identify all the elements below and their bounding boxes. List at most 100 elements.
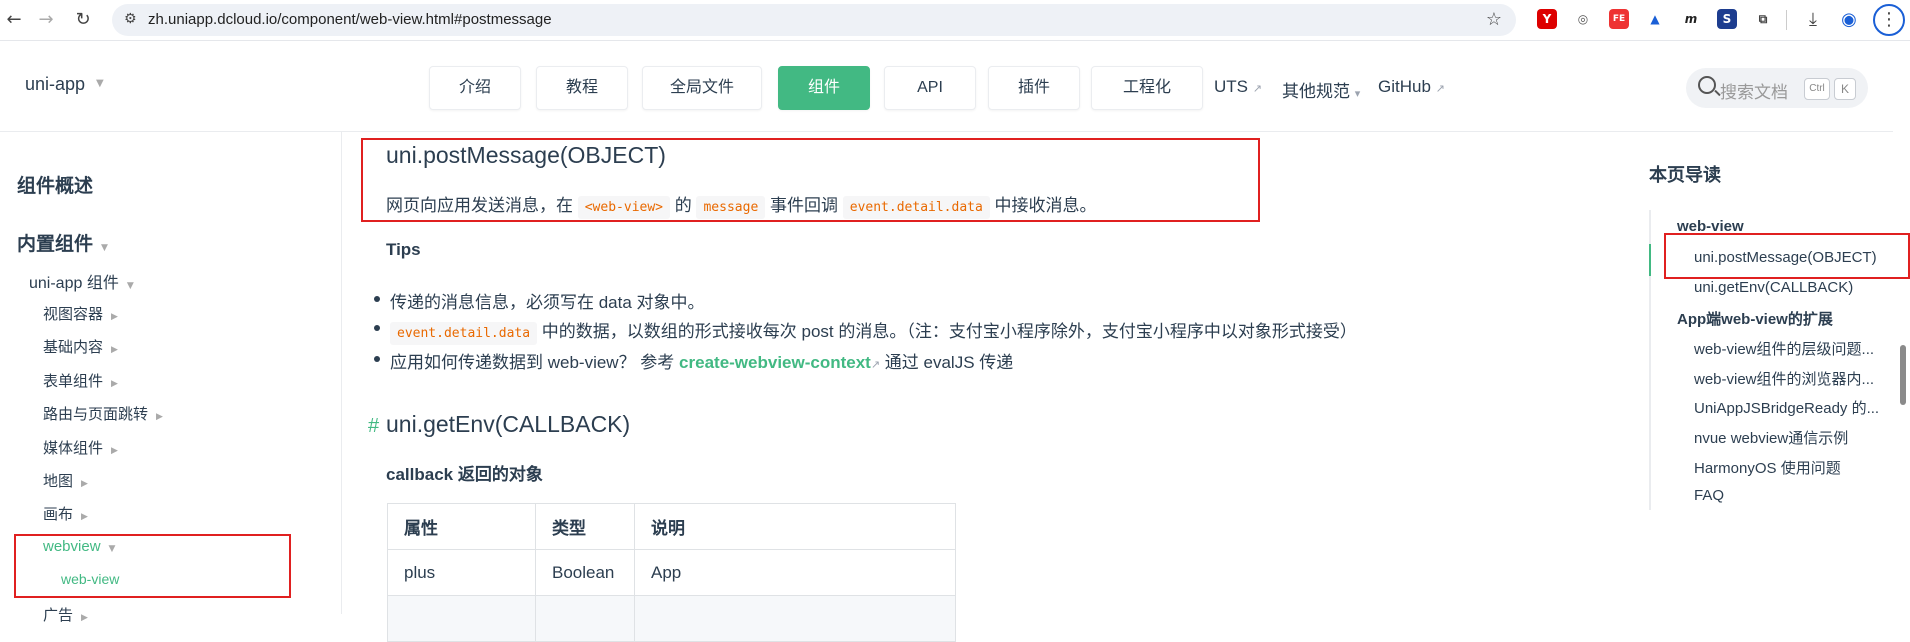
sidebar-item-media[interactable]: 媒体组件 ▶ [43, 437, 118, 458]
nav-tutorial[interactable]: 教程 [536, 66, 628, 110]
nav-uts[interactable]: UTS ↗ [1214, 77, 1262, 97]
chevron-right-icon: ▶ [111, 446, 118, 456]
search-box[interactable]: 搜索文档 Ctrl K [1686, 68, 1868, 108]
chevron-right-icon: ▶ [81, 613, 88, 623]
back-icon[interactable]: ← [2, 8, 26, 32]
tips-heading: Tips [386, 240, 421, 259]
sidebar-item-form[interactable]: 表单组件 ▶ [43, 370, 118, 391]
shortcut-ctrl-key: Ctrl [1804, 78, 1830, 100]
url-text: zh.uniapp.dcloud.io/component/web-view.h… [148, 11, 552, 28]
chevron-down-icon: ▼ [126, 281, 134, 291]
sidebar-item-ad[interactable]: 广告 ▶ [43, 604, 88, 625]
external-link-icon: ↗ [870, 358, 881, 371]
toc-item-browser[interactable]: web-view组件的浏览器内... [1694, 368, 1874, 389]
table-row [387, 595, 956, 642]
external-link-icon: ↗ [1435, 82, 1445, 95]
browser-toolbar: ← → ↻ ⚙ zh.uniapp.dcloud.io/component/we… [0, 0, 1910, 41]
site-info-icon[interactable]: ⚙ [124, 11, 137, 27]
chevron-right-icon: ▶ [111, 379, 118, 389]
chevron-right-icon: ▶ [111, 312, 118, 322]
sidebar-item-label: 表单组件 [43, 373, 104, 390]
annotation-box-postmessage [361, 138, 1260, 222]
chevron-down-icon: ▾ [1354, 87, 1361, 100]
toc-item-faq[interactable]: FAQ [1694, 487, 1724, 504]
sidebar-item-label: 广告 [43, 607, 74, 624]
toc-active-indicator [1649, 244, 1651, 276]
sidebar-item-view-container[interactable]: 视图容器 ▶ [43, 303, 118, 324]
sidebar-item-map[interactable]: 地图 ▶ [43, 470, 88, 491]
chevron-right-icon: ▶ [111, 345, 118, 355]
address-bar[interactable]: ⚙ zh.uniapp.dcloud.io/component/web-view… [112, 4, 1516, 36]
nav-engineering[interactable]: 工程化 [1091, 66, 1203, 110]
profile-icon[interactable]: ◉ [1837, 8, 1861, 32]
extensions-puzzle-icon[interactable]: ⧉ [1753, 9, 1773, 29]
nav-components[interactable]: 组件 [778, 66, 870, 110]
table-cell [387, 595, 536, 642]
toc-title: 本页导读 [1649, 165, 1721, 185]
tip-item: event.detail.data 中的数据，以数组的形式接收每次 post 的… [374, 317, 1357, 345]
toc-item-app-extension[interactable]: App端web-view的扩展 [1677, 308, 1833, 329]
nav-uts-label: UTS [1214, 77, 1248, 96]
sidebar-item-label: 路由与页面跳转 [43, 406, 149, 423]
yandex-extension-icon[interactable]: Y [1537, 9, 1557, 29]
tip-item: 应用如何传递数据到 web-view？ 参考 create-webview-co… [374, 348, 1014, 373]
table-cell: plus [387, 549, 536, 596]
sidebar-item-label: 视图容器 [43, 306, 104, 323]
heading-anchor-link[interactable]: # [368, 415, 379, 438]
external-link-icon: ↗ [1252, 82, 1262, 95]
toc-item-layer-issue[interactable]: web-view组件的层级问题... [1694, 338, 1874, 359]
bookmark-star-icon[interactable]: ☆ [1486, 9, 1502, 30]
sidebar-item-label: 基础内容 [43, 339, 104, 356]
sidebar-title-builtin-label: 内置组件 [17, 234, 94, 255]
tip-text: 通过 evalJS 传递 [884, 353, 1014, 372]
table-cell [535, 595, 635, 642]
chevron-right-icon: ▶ [81, 512, 88, 522]
bullet [374, 296, 380, 302]
chevron-right-icon: ▶ [156, 412, 163, 422]
chevron-right-icon: ▶ [81, 479, 88, 489]
tip-text: 传递的消息信息，必须写在 data 对象中。 [390, 293, 705, 312]
search-icon [1698, 76, 1716, 94]
toc-item-nvue-example[interactable]: nvue webview通信示例 [1694, 427, 1848, 448]
table-cell: App [634, 549, 956, 596]
getenv-heading: uni.getEnv(CALLBACK) [386, 411, 631, 437]
menu-icon[interactable]: ⋮ [1873, 4, 1905, 36]
sidebar-item-basic-content[interactable]: 基础内容 ▶ [43, 336, 118, 357]
annotation-box-toc [1664, 233, 1910, 279]
nav-global-files[interactable]: 全局文件 [642, 66, 762, 110]
nav-intro[interactable]: 介绍 [429, 66, 521, 110]
extension-icon[interactable]: m [1681, 9, 1701, 29]
fe-extension-icon[interactable]: FE [1609, 9, 1629, 29]
extension-icon[interactable]: ▲ [1645, 9, 1665, 29]
extension-icon[interactable]: S [1717, 9, 1737, 29]
forward-icon[interactable]: → [34, 8, 58, 32]
sidebar-group-uniapp[interactable]: uni-app 组件 ▼ [29, 269, 134, 293]
nav-plugins[interactable]: 插件 [988, 66, 1080, 110]
toc-item-jsbridge[interactable]: UniAppJSBridgeReady 的... [1694, 397, 1879, 418]
create-webview-context-link[interactable]: create-webview-context [679, 353, 871, 372]
callback-table: 属性 类型 说明 plus Boolean App [387, 503, 956, 642]
brand-selector[interactable]: uni-app [25, 74, 85, 95]
table-header: 属性 [387, 503, 536, 550]
nav-api[interactable]: API [884, 66, 976, 110]
nav-other-specs[interactable]: 其他规范 ▾ [1282, 77, 1360, 102]
download-icon[interactable]: ⤓ [1801, 8, 1825, 32]
table-row: plus Boolean App [387, 549, 956, 596]
shortcut-k-key: K [1834, 78, 1856, 100]
extension-icon[interactable]: ◎ [1573, 9, 1593, 29]
page-scrollbar-thumb[interactable] [1900, 345, 1906, 405]
nav-github-label: GitHub [1378, 77, 1431, 96]
sidebar-item-label: 地图 [43, 473, 74, 490]
sidebar-item-canvas[interactable]: 画布 ▶ [43, 503, 88, 524]
toc-item-getenv[interactable]: uni.getEnv(CALLBACK) [1694, 279, 1853, 296]
callback-heading: callback 返回的对象 [386, 465, 543, 484]
toc-item-harmonyos[interactable]: HarmonyOS 使用问题 [1694, 457, 1841, 478]
code-event-detail-data: event.detail.data [390, 322, 538, 345]
sidebar-title-builtin[interactable]: 内置组件 ▼ [17, 229, 108, 256]
annotation-box-sidebar [14, 534, 291, 598]
sidebar-item-navigation[interactable]: 路由与页面跳转 ▶ [43, 403, 163, 424]
tip-text: 应用如何传递数据到 web-view？ 参考 [390, 353, 675, 372]
reload-icon[interactable]: ↻ [71, 8, 95, 32]
nav-github[interactable]: GitHub ↗ [1378, 77, 1445, 97]
sidebar-title-overview[interactable]: 组件概述 [17, 171, 93, 198]
